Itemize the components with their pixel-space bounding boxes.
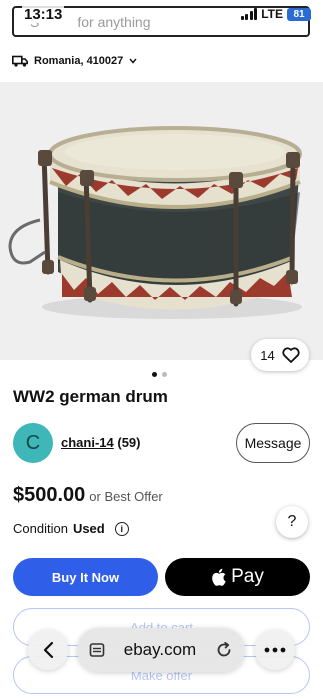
apple-pay-button[interactable]: Pay: [165, 558, 310, 596]
tabs-icon[interactable]: [89, 642, 105, 658]
help-button[interactable]: ?: [276, 506, 308, 538]
url-text: ebay.com: [123, 640, 197, 659]
condition-value: Used: [72, 521, 105, 536]
seller-score: (59): [117, 435, 141, 450]
browser-back-button[interactable]: [28, 630, 68, 670]
network-label: LTE: [261, 7, 283, 21]
apple-icon: [212, 568, 226, 586]
battery-icon: 81: [287, 7, 311, 21]
listing-title: WW2 german drum: [13, 387, 168, 406]
condition-label: Condition: [13, 521, 68, 536]
chevron-down-icon: [129, 58, 137, 64]
truck-icon: [12, 55, 28, 67]
pay-label: Pay: [231, 566, 264, 587]
drum-photo: [8, 126, 302, 319]
avatar[interactable]: C: [13, 423, 53, 463]
status-indicators: LTE 81: [240, 7, 311, 21]
back-icon: [43, 641, 54, 659]
browser-more-button[interactable]: [255, 630, 295, 670]
best-offer-note: or Best Offer: [89, 489, 163, 504]
info-icon[interactable]: i: [114, 521, 129, 536]
signal-icon: [240, 8, 258, 20]
address-bar[interactable]: ebay.com: [77, 628, 245, 672]
watch-button[interactable]: 14: [251, 339, 309, 371]
page-dot[interactable]: [152, 372, 157, 377]
buy-it-now-button[interactable]: Buy It Now: [13, 558, 158, 596]
location-text: Romania, 410027: [34, 55, 124, 67]
price-row: $500.00 or Best Offer: [13, 484, 163, 507]
more-icon: [264, 647, 286, 653]
product-image[interactable]: [0, 82, 323, 360]
price: $500.00: [13, 484, 86, 506]
seller-name[interactable]: chani-14: [61, 435, 114, 450]
message-button[interactable]: Message: [236, 423, 310, 463]
delivery-location[interactable]: Romania, 410027: [12, 52, 137, 70]
heart-icon: [282, 347, 300, 363]
status-time: 13:13: [22, 6, 65, 23]
top-bar: Sfor anything 13:13 LTE 81: [0, 0, 323, 44]
reload-icon[interactable]: [215, 641, 233, 659]
condition: Condition Used i: [13, 521, 129, 536]
image-pagination[interactable]: [152, 372, 167, 377]
seller-info: chani-14 (59): [61, 435, 141, 450]
page-dot[interactable]: [162, 372, 167, 377]
watch-count: 14: [260, 347, 275, 363]
